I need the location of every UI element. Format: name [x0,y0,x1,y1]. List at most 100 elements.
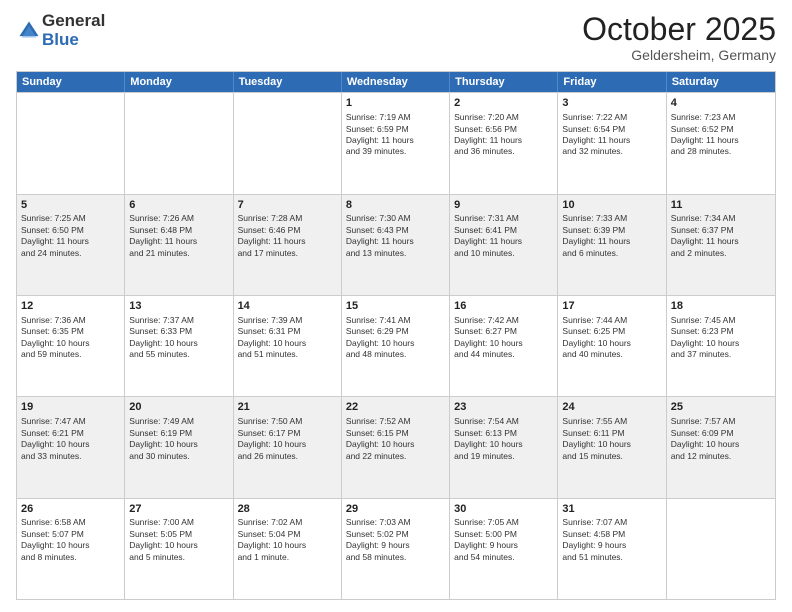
weekday-header: Thursday [450,72,558,92]
day-number: 28 [238,502,337,517]
calendar-cell: 28Sunrise: 7:02 AM Sunset: 5:04 PM Dayli… [234,499,342,599]
cell-info: Sunrise: 7:39 AM Sunset: 6:31 PM Dayligh… [238,315,337,361]
cell-info: Sunrise: 7:36 AM Sunset: 6:35 PM Dayligh… [21,315,120,361]
calendar-cell: 24Sunrise: 7:55 AM Sunset: 6:11 PM Dayli… [558,397,666,497]
calendar-row: 1Sunrise: 7:19 AM Sunset: 6:59 PM Daylig… [17,92,775,193]
calendar-cell [17,93,125,193]
cell-info: Sunrise: 7:54 AM Sunset: 6:13 PM Dayligh… [454,416,553,462]
day-number: 6 [129,198,228,213]
cell-info: Sunrise: 7:44 AM Sunset: 6:25 PM Dayligh… [562,315,661,361]
logo-blue: Blue [42,31,105,50]
month-title: October 2025 [582,12,776,47]
calendar-cell: 3Sunrise: 7:22 AM Sunset: 6:54 PM Daylig… [558,93,666,193]
cell-info: Sunrise: 7:55 AM Sunset: 6:11 PM Dayligh… [562,416,661,462]
day-number: 12 [21,299,120,314]
cell-info: Sunrise: 7:37 AM Sunset: 6:33 PM Dayligh… [129,315,228,361]
calendar-cell: 25Sunrise: 7:57 AM Sunset: 6:09 PM Dayli… [667,397,775,497]
calendar-cell: 11Sunrise: 7:34 AM Sunset: 6:37 PM Dayli… [667,195,775,295]
cell-info: Sunrise: 6:58 AM Sunset: 5:07 PM Dayligh… [21,517,120,563]
calendar-cell: 8Sunrise: 7:30 AM Sunset: 6:43 PM Daylig… [342,195,450,295]
day-number: 3 [562,96,661,111]
day-number: 22 [346,400,445,415]
calendar-row: 26Sunrise: 6:58 AM Sunset: 5:07 PM Dayli… [17,498,775,599]
calendar: SundayMondayTuesdayWednesdayThursdayFrid… [16,71,776,600]
calendar-cell: 14Sunrise: 7:39 AM Sunset: 6:31 PM Dayli… [234,296,342,396]
calendar-cell [125,93,233,193]
calendar-cell: 27Sunrise: 7:00 AM Sunset: 5:05 PM Dayli… [125,499,233,599]
weekday-header: Sunday [17,72,125,92]
day-number: 30 [454,502,553,517]
day-number: 14 [238,299,337,314]
calendar-cell: 7Sunrise: 7:28 AM Sunset: 6:46 PM Daylig… [234,195,342,295]
calendar-cell: 2Sunrise: 7:20 AM Sunset: 6:56 PM Daylig… [450,93,558,193]
weekday-header: Wednesday [342,72,450,92]
calendar-row: 5Sunrise: 7:25 AM Sunset: 6:50 PM Daylig… [17,194,775,295]
day-number: 10 [562,198,661,213]
cell-info: Sunrise: 7:00 AM Sunset: 5:05 PM Dayligh… [129,517,228,563]
calendar-cell: 4Sunrise: 7:23 AM Sunset: 6:52 PM Daylig… [667,93,775,193]
cell-info: Sunrise: 7:49 AM Sunset: 6:19 PM Dayligh… [129,416,228,462]
cell-info: Sunrise: 7:31 AM Sunset: 6:41 PM Dayligh… [454,213,553,259]
day-number: 4 [671,96,771,111]
calendar-cell [234,93,342,193]
calendar-cell: 1Sunrise: 7:19 AM Sunset: 6:59 PM Daylig… [342,93,450,193]
weekday-header: Monday [125,72,233,92]
logo-icon [18,20,40,42]
page: General Blue October 2025 Geldersheim, G… [0,0,792,612]
cell-info: Sunrise: 7:20 AM Sunset: 6:56 PM Dayligh… [454,112,553,158]
day-number: 25 [671,400,771,415]
day-number: 17 [562,299,661,314]
day-number: 31 [562,502,661,517]
cell-info: Sunrise: 7:28 AM Sunset: 6:46 PM Dayligh… [238,213,337,259]
location: Geldersheim, Germany [582,47,776,63]
logo-text: General Blue [42,12,105,49]
cell-info: Sunrise: 7:07 AM Sunset: 4:58 PM Dayligh… [562,517,661,563]
calendar-cell: 10Sunrise: 7:33 AM Sunset: 6:39 PM Dayli… [558,195,666,295]
calendar-cell: 13Sunrise: 7:37 AM Sunset: 6:33 PM Dayli… [125,296,233,396]
calendar-cell: 30Sunrise: 7:05 AM Sunset: 5:00 PM Dayli… [450,499,558,599]
day-number: 23 [454,400,553,415]
day-number: 5 [21,198,120,213]
day-number: 19 [21,400,120,415]
cell-info: Sunrise: 7:45 AM Sunset: 6:23 PM Dayligh… [671,315,771,361]
calendar-cell: 19Sunrise: 7:47 AM Sunset: 6:21 PM Dayli… [17,397,125,497]
cell-info: Sunrise: 7:41 AM Sunset: 6:29 PM Dayligh… [346,315,445,361]
calendar-cell: 18Sunrise: 7:45 AM Sunset: 6:23 PM Dayli… [667,296,775,396]
calendar-body: 1Sunrise: 7:19 AM Sunset: 6:59 PM Daylig… [17,92,775,599]
calendar-row: 12Sunrise: 7:36 AM Sunset: 6:35 PM Dayli… [17,295,775,396]
cell-info: Sunrise: 7:03 AM Sunset: 5:02 PM Dayligh… [346,517,445,563]
cell-info: Sunrise: 7:19 AM Sunset: 6:59 PM Dayligh… [346,112,445,158]
calendar-cell: 5Sunrise: 7:25 AM Sunset: 6:50 PM Daylig… [17,195,125,295]
calendar-cell: 20Sunrise: 7:49 AM Sunset: 6:19 PM Dayli… [125,397,233,497]
cell-info: Sunrise: 7:52 AM Sunset: 6:15 PM Dayligh… [346,416,445,462]
calendar-cell: 15Sunrise: 7:41 AM Sunset: 6:29 PM Dayli… [342,296,450,396]
day-number: 26 [21,502,120,517]
logo: General Blue [16,12,105,49]
calendar-header: SundayMondayTuesdayWednesdayThursdayFrid… [17,72,775,92]
calendar-cell: 31Sunrise: 7:07 AM Sunset: 4:58 PM Dayli… [558,499,666,599]
calendar-cell: 21Sunrise: 7:50 AM Sunset: 6:17 PM Dayli… [234,397,342,497]
day-number: 29 [346,502,445,517]
day-number: 20 [129,400,228,415]
day-number: 11 [671,198,771,213]
day-number: 18 [671,299,771,314]
cell-info: Sunrise: 7:05 AM Sunset: 5:00 PM Dayligh… [454,517,553,563]
cell-info: Sunrise: 7:50 AM Sunset: 6:17 PM Dayligh… [238,416,337,462]
day-number: 21 [238,400,337,415]
day-number: 9 [454,198,553,213]
day-number: 8 [346,198,445,213]
cell-info: Sunrise: 7:23 AM Sunset: 6:52 PM Dayligh… [671,112,771,158]
calendar-cell: 29Sunrise: 7:03 AM Sunset: 5:02 PM Dayli… [342,499,450,599]
cell-info: Sunrise: 7:34 AM Sunset: 6:37 PM Dayligh… [671,213,771,259]
cell-info: Sunrise: 7:42 AM Sunset: 6:27 PM Dayligh… [454,315,553,361]
weekday-header: Saturday [667,72,775,92]
cell-info: Sunrise: 7:47 AM Sunset: 6:21 PM Dayligh… [21,416,120,462]
calendar-cell: 23Sunrise: 7:54 AM Sunset: 6:13 PM Dayli… [450,397,558,497]
calendar-row: 19Sunrise: 7:47 AM Sunset: 6:21 PM Dayli… [17,396,775,497]
weekday-header: Tuesday [234,72,342,92]
cell-info: Sunrise: 7:30 AM Sunset: 6:43 PM Dayligh… [346,213,445,259]
day-number: 24 [562,400,661,415]
title-block: October 2025 Geldersheim, Germany [582,12,776,63]
day-number: 1 [346,96,445,111]
weekday-header: Friday [558,72,666,92]
